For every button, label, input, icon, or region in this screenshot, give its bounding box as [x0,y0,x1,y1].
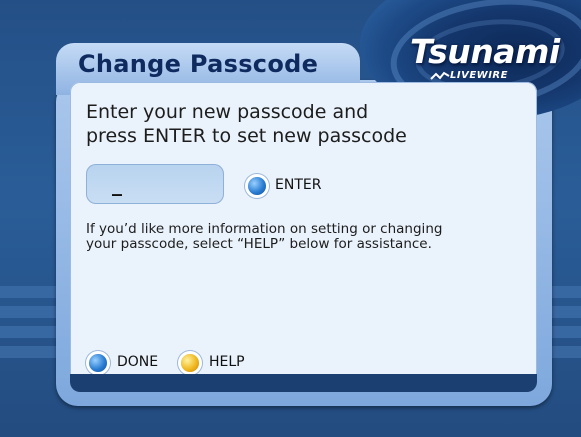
brand-subtitle: LIVEWIRE [450,70,508,81]
instruction-line: Enter your new passcode and [86,101,369,123]
passcode-cursor: _ [112,172,122,196]
enter-button[interactable] [248,177,266,195]
done-label: DONE [117,354,159,370]
instruction-line: press ENTER to set new passcode [86,125,407,147]
brand-logo: Tsunami [410,32,560,71]
help-button[interactable] [181,354,199,372]
tv-screen-background: Change Passcode Tsunami LIVEWIRE Enter y… [0,0,581,437]
info-line: your passcode, select “HELP” below for a… [86,236,432,252]
info-line: If you’d like more information on settin… [86,221,443,237]
help-info-text: If you’d like more information on settin… [86,222,526,252]
dialog-bottom-bar [70,374,537,392]
instruction-text: Enter your new passcode and press ENTER … [86,100,516,148]
passcode-input[interactable]: _ [86,164,224,204]
enter-label: ENTER [275,177,322,193]
page-title: Change Passcode [78,50,319,78]
wave-icon [430,71,450,80]
help-label: HELP [209,354,245,370]
done-button[interactable] [89,354,107,372]
dialog-body: Enter your new passcode and press ENTER … [70,82,537,392]
